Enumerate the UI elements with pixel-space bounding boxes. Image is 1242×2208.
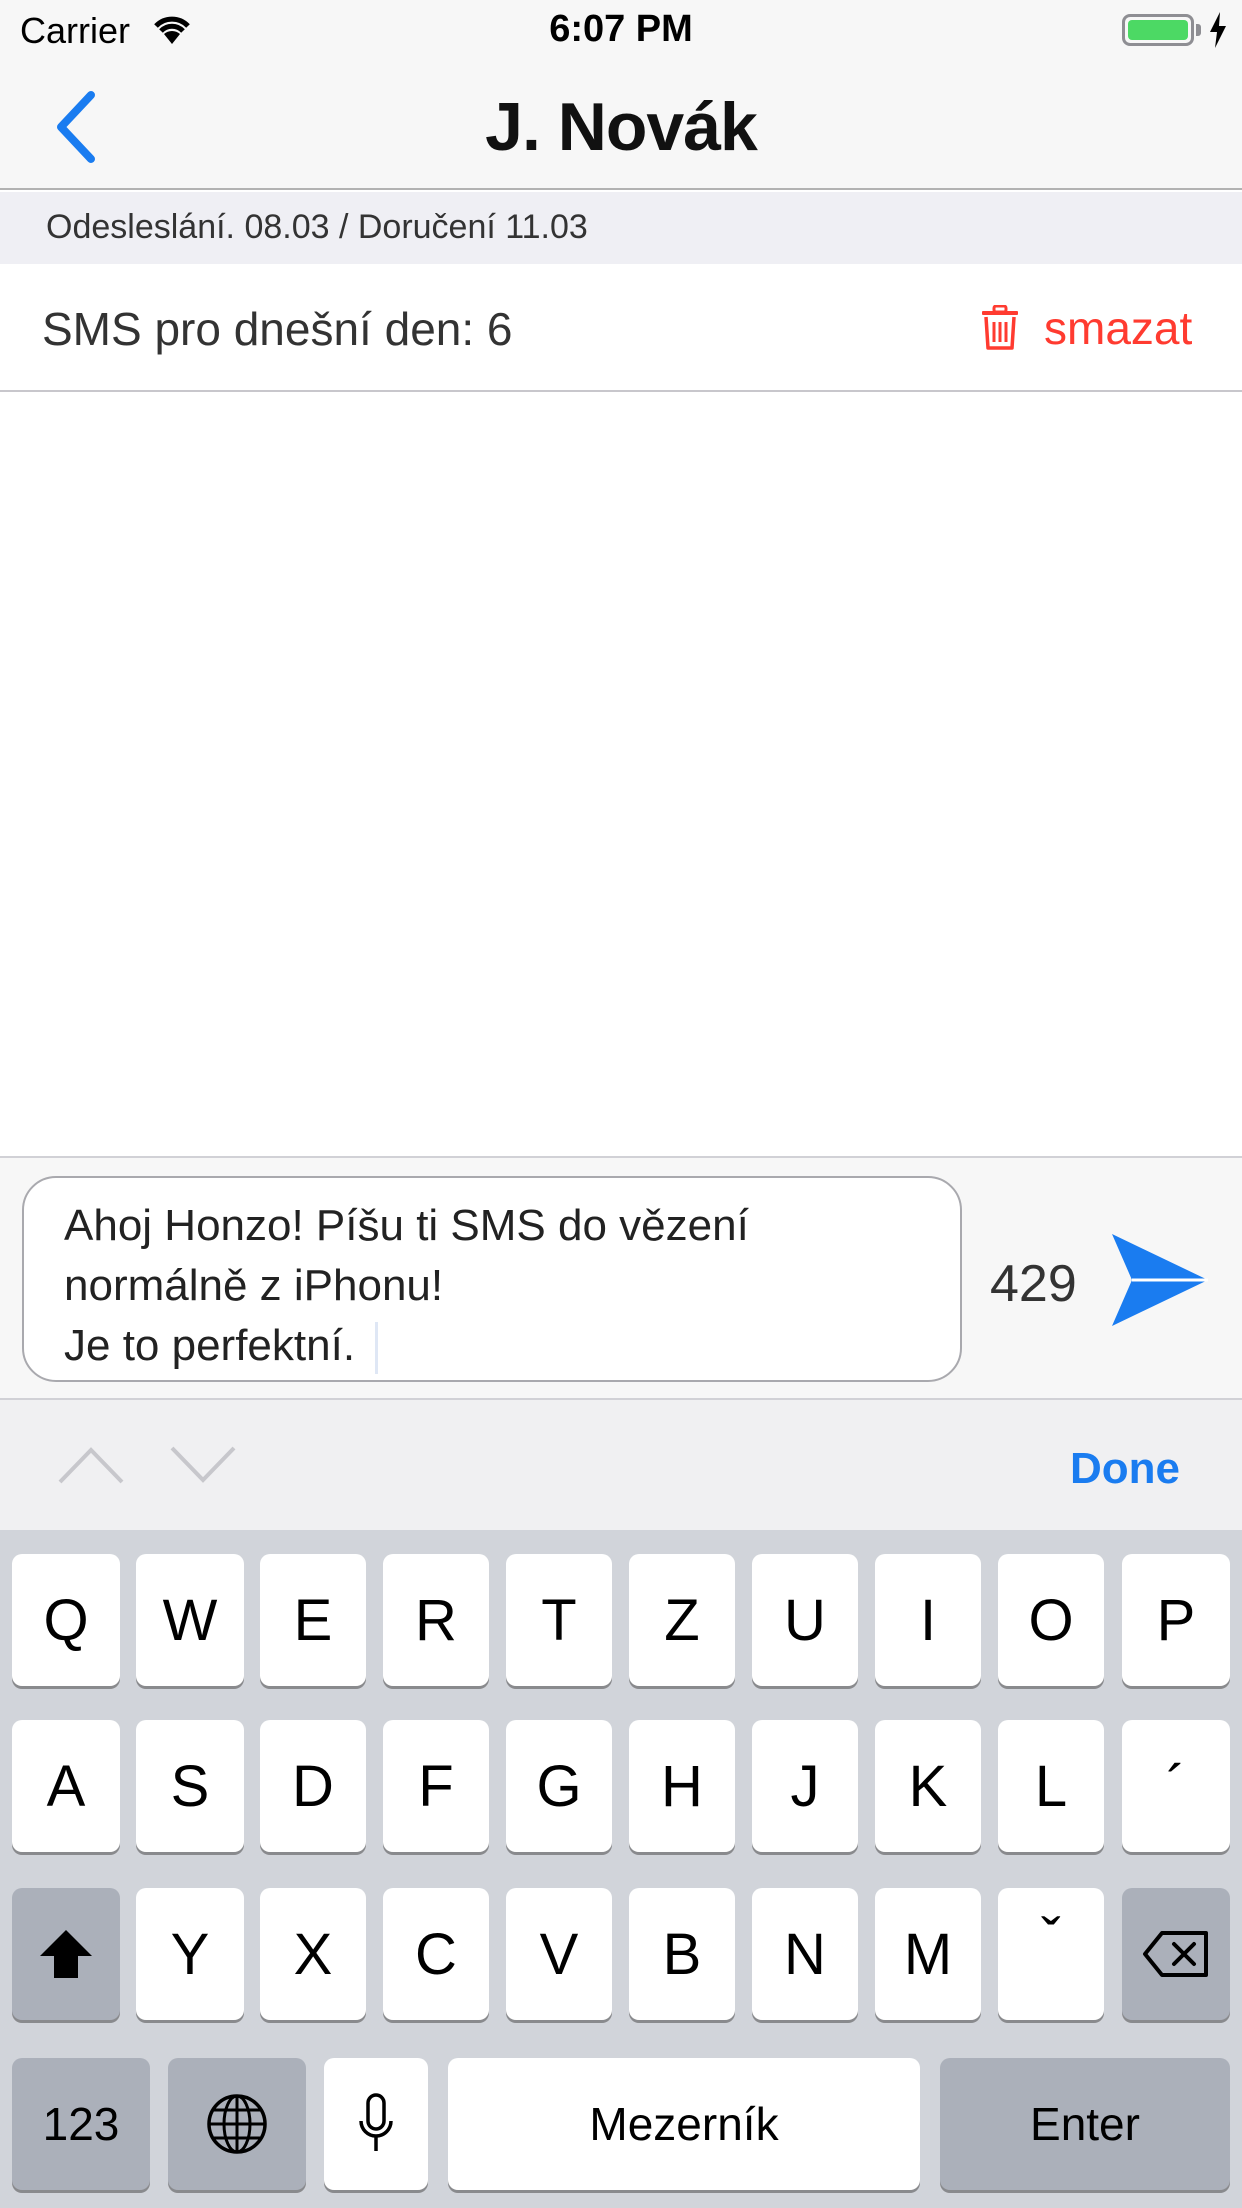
send-icon (1112, 1234, 1208, 1326)
key-l[interactable]: L (998, 1720, 1104, 1852)
trash-icon (982, 305, 1018, 350)
key-z[interactable]: Z (629, 1554, 735, 1686)
send-button[interactable] (1108, 1230, 1210, 1330)
key-o[interactable]: O (998, 1554, 1104, 1686)
key-h[interactable]: H (629, 1720, 735, 1852)
key-q[interactable]: Q (12, 1554, 120, 1686)
clock: 6:07 PM (549, 8, 693, 50)
sms-count-row: SMS pro dnešní den: 6 smazat (0, 264, 1242, 392)
key-y[interactable]: Y (136, 1888, 244, 2020)
battery-icon (1122, 14, 1194, 46)
chevron-up-icon[interactable] (56, 1442, 126, 1488)
key-f[interactable]: F (383, 1720, 489, 1852)
navigation-bar: J. Novák (0, 60, 1242, 190)
sms-count-label: SMS pro dnešní den: 6 (42, 303, 513, 355)
delivery-info-text: Odesleslání. 08.03 / Doručení 11.03 (46, 208, 588, 246)
enter-key[interactable]: Enter (940, 2058, 1230, 2190)
battery-tip (1196, 24, 1201, 36)
battery-level (1128, 20, 1188, 40)
message-composer: Ahoj Honzo! Píšu ti SMS do vězení normál… (0, 1156, 1242, 1398)
key-w[interactable]: W (136, 1554, 244, 1686)
key-m[interactable]: M (875, 1888, 981, 2020)
key-c[interactable]: C (383, 1888, 489, 2020)
charging-bolt-icon (1210, 12, 1226, 48)
delete-label: smazat (1044, 302, 1193, 354)
remaining-char-count: 429 (990, 1255, 1077, 1313)
message-list (0, 394, 1242, 1156)
key-acute[interactable]: ´ (1122, 1720, 1230, 1852)
key-j[interactable]: J (752, 1720, 858, 1852)
dictation-key[interactable] (324, 2058, 428, 2190)
delete-button[interactable]: smazat (980, 290, 1192, 366)
keyboard: Q W E R T Z U I O P A S D F G H J K L ´ … (0, 1530, 1242, 2208)
globe-icon (207, 2094, 267, 2154)
key-p[interactable]: P (1122, 1554, 1230, 1686)
shift-key[interactable] (12, 1888, 120, 2020)
message-input[interactable]: Ahoj Honzo! Píšu ti SMS do vězení normál… (22, 1176, 962, 1382)
message-text: Ahoj Honzo! Píšu ti SMS do vězení normál… (64, 1201, 749, 1370)
key-caron[interactable]: ˇ (998, 1888, 1104, 2020)
globe-key[interactable] (168, 2058, 306, 2190)
status-bar: Carrier 6:07 PM (0, 0, 1242, 60)
keyboard-accessory-bar: Done (0, 1398, 1242, 1530)
key-g[interactable]: G (506, 1720, 612, 1852)
key-i[interactable]: I (875, 1554, 981, 1686)
key-b[interactable]: B (629, 1888, 735, 2020)
chevron-down-icon[interactable] (168, 1442, 238, 1488)
backspace-icon (1143, 1931, 1208, 1977)
key-a[interactable]: A (12, 1720, 120, 1852)
key-d[interactable]: D (260, 1720, 366, 1852)
shift-arrow-icon (40, 1930, 92, 1978)
key-k[interactable]: K (875, 1720, 981, 1852)
numbers-key[interactable]: 123 (12, 2058, 150, 2190)
delivery-info-row: Odesleslání. 08.03 / Doručení 11.03 (0, 192, 1242, 264)
key-u[interactable]: U (752, 1554, 858, 1686)
page-title: J. Novák (485, 89, 758, 165)
key-s[interactable]: S (136, 1720, 244, 1852)
key-n[interactable]: N (752, 1888, 858, 2020)
done-button[interactable]: Done (1070, 1444, 1180, 1494)
microphone-icon (359, 2093, 393, 2151)
key-v[interactable]: V (506, 1888, 612, 2020)
key-r[interactable]: R (383, 1554, 489, 1686)
key-t[interactable]: T (506, 1554, 612, 1686)
key-x[interactable]: X (260, 1888, 366, 2020)
space-key[interactable]: Mezerník (448, 2058, 920, 2190)
backspace-key[interactable] (1122, 1888, 1230, 2020)
key-e[interactable]: E (260, 1554, 366, 1686)
text-caret (375, 1322, 379, 1375)
